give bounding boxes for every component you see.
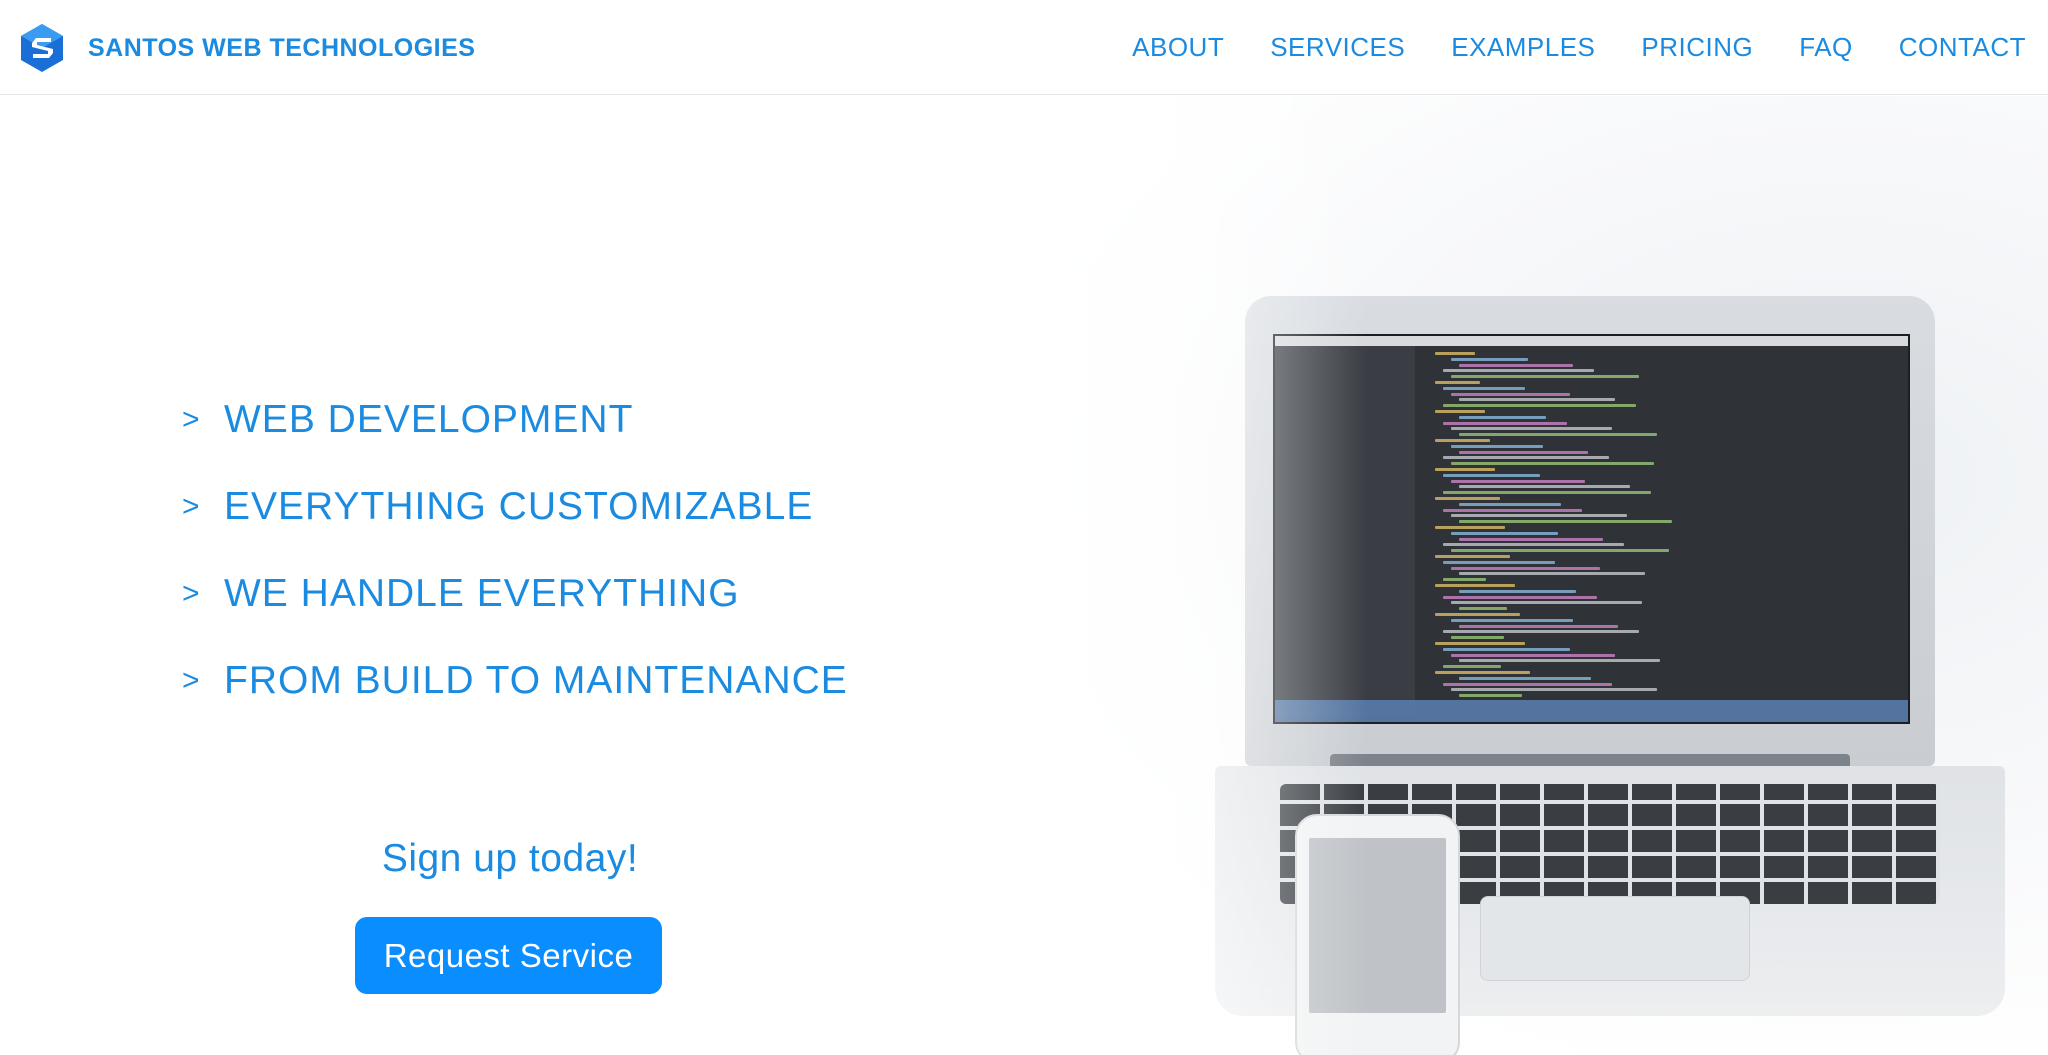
code-line: [1459, 398, 1615, 402]
nav-examples[interactable]: EXAMPLES: [1451, 32, 1595, 63]
code-line: [1435, 352, 1475, 355]
nav-contact[interactable]: CONTACT: [1899, 32, 2026, 63]
code-line: [1443, 647, 1570, 651]
brand-name: SANTOS WEB TECHNOLOGIES: [88, 33, 476, 62]
feature-item: > WEB DEVELOPMENT: [182, 376, 982, 463]
code-line: [1443, 456, 1609, 460]
code-line: [1451, 357, 1528, 361]
code-line: [1451, 531, 1558, 535]
nav-about[interactable]: ABOUT: [1132, 32, 1224, 63]
code-line: [1443, 508, 1582, 512]
code-line: [1443, 473, 1540, 477]
screen-sidebar: [1275, 346, 1415, 716]
code-line: [1451, 444, 1543, 448]
code-line: [1451, 427, 1612, 431]
nav-faq[interactable]: FAQ: [1799, 32, 1853, 63]
screen-menu-bar: [1275, 336, 1908, 346]
code-line: [1443, 560, 1555, 564]
code-line: [1459, 572, 1645, 576]
code-line: [1459, 607, 1507, 611]
code-line: [1459, 363, 1573, 367]
code-line: [1435, 497, 1500, 500]
nav-services[interactable]: SERVICES: [1270, 32, 1405, 63]
nav-pricing[interactable]: PRICING: [1641, 32, 1753, 63]
feature-text: FROM BUILD TO MAINTENANCE: [224, 658, 848, 702]
code-line: [1459, 485, 1630, 489]
code-line: [1443, 682, 1612, 686]
code-line: [1451, 479, 1585, 483]
code-line: [1451, 688, 1657, 692]
hero-section: > WEB DEVELOPMENT > EVERYTHING CUSTOMIZA…: [0, 96, 2048, 1055]
code-line: [1435, 526, 1505, 529]
code-line: [1443, 404, 1636, 408]
code-line: [1451, 636, 1504, 640]
code-line: [1459, 433, 1657, 437]
feature-item: > FROM BUILD TO MAINTENANCE: [182, 637, 982, 724]
feature-text: WEB DEVELOPMENT: [224, 397, 634, 441]
code-line: [1443, 665, 1501, 669]
code-line: [1459, 676, 1591, 680]
phone: [1295, 814, 1460, 1055]
code-line: [1443, 421, 1567, 425]
phone-screen: [1309, 838, 1446, 1013]
code-line: [1443, 491, 1651, 495]
code-line: [1443, 630, 1639, 634]
signup-heading: Sign up today!: [381, 837, 639, 880]
code-line: [1435, 439, 1490, 442]
code-line: [1443, 369, 1594, 373]
brand-link[interactable]: SANTOS WEB TECHNOLOGIES: [18, 20, 475, 76]
code-line: [1459, 624, 1618, 628]
chevron-right-icon: >: [182, 489, 200, 523]
code-line: [1435, 410, 1485, 413]
code-line: [1435, 613, 1520, 616]
code-line: [1459, 502, 1561, 506]
code-line: [1451, 514, 1627, 518]
code-line: [1459, 415, 1546, 419]
code-line: [1435, 642, 1525, 645]
code-line: [1451, 462, 1654, 466]
code-line: [1443, 578, 1486, 582]
code-line: [1459, 450, 1588, 454]
code-line: [1451, 653, 1615, 657]
main-nav: ABOUT SERVICES EXAMPLES PRICING FAQ CONT…: [1086, 0, 2026, 95]
code-line: [1451, 375, 1639, 379]
code-line: [1451, 601, 1642, 605]
code-line: [1435, 584, 1515, 587]
laptop-screen: [1273, 334, 1910, 724]
feature-text: WE HANDLE EVERYTHING: [224, 571, 740, 615]
code-line: [1459, 694, 1522, 698]
laptop-trackpad: [1480, 896, 1750, 981]
feature-text: EVERYTHING CUSTOMIZABLE: [224, 484, 814, 528]
code-line: [1459, 520, 1672, 524]
code-line: [1443, 595, 1597, 599]
feature-item: > WE HANDLE EVERYTHING: [182, 550, 982, 637]
request-service-button[interactable]: Request Service: [355, 917, 662, 994]
feature-item: > EVERYTHING CUSTOMIZABLE: [182, 463, 982, 550]
code-line: [1459, 589, 1576, 593]
site-header: SANTOS WEB TECHNOLOGIES ABOUT SERVICES E…: [0, 0, 2048, 95]
code-line: [1443, 386, 1525, 390]
feature-list: > WEB DEVELOPMENT > EVERYTHING CUSTOMIZA…: [182, 376, 982, 724]
code-line: [1451, 392, 1570, 396]
code-line: [1435, 555, 1510, 558]
chevron-right-icon: >: [182, 663, 200, 697]
s-hexagon-logo-icon: [21, 24, 63, 72]
code-line: [1451, 549, 1669, 553]
laptop-and-phone-photo: [1000, 96, 2048, 1055]
code-line: [1451, 566, 1600, 570]
code-line: [1435, 468, 1495, 471]
code-line: [1435, 671, 1530, 674]
chevron-right-icon: >: [182, 402, 200, 436]
code-line: [1435, 381, 1480, 384]
code-line: [1451, 618, 1573, 622]
code-line: [1459, 537, 1603, 541]
code-line: [1443, 543, 1624, 547]
screen-dock: [1275, 700, 1908, 722]
code-line: [1459, 659, 1660, 663]
chevron-right-icon: >: [182, 576, 200, 610]
